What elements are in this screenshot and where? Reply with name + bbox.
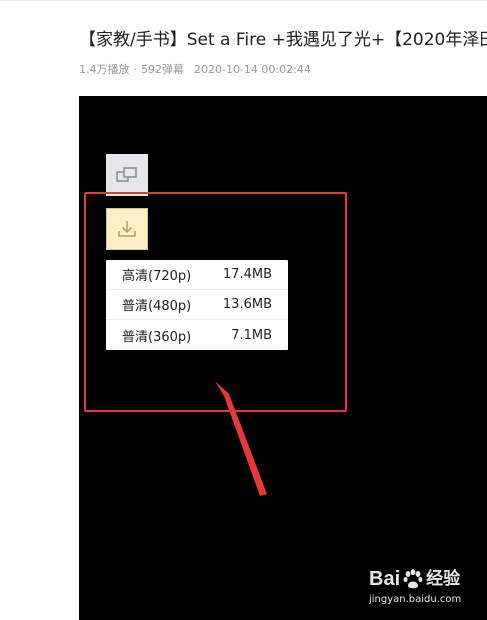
watermark-url: jingyan.baidu.com (369, 594, 462, 605)
video-meta: 1.4万播放 · 592弹幕 2020-10-14 00:02:44 (79, 62, 311, 78)
video-title: 【家教/手书】Set a Fire +我遇见了光+【2020年泽田 (79, 30, 487, 50)
watermark-logo: Bai 经验 (369, 566, 460, 592)
paw-icon (403, 569, 423, 589)
top-divider (0, 0, 487, 1)
watermark-brand-a: Bai (369, 568, 401, 590)
annotation-arrow (215, 381, 267, 496)
meta-separator: · (133, 63, 138, 76)
danmaku-count: 592弹幕 (141, 63, 184, 76)
watermark-brand-b: 经验 (426, 569, 461, 589)
view-count: 1.4万播放 (79, 63, 130, 76)
baidu-jingyan-watermark: Bai 经验 jingyan.baidu.com (369, 566, 485, 612)
video-player[interactable]: 高清(720p) 17.4MB 普清(480p) 13.6MB 普清(360p)… (79, 96, 487, 620)
publish-date: 2020-10-14 00:02:44 (194, 63, 311, 76)
